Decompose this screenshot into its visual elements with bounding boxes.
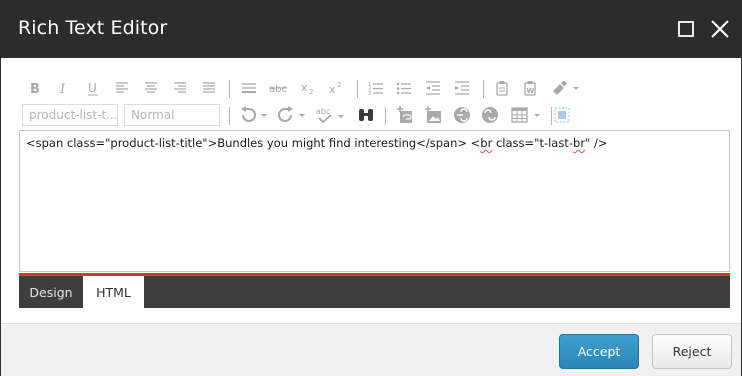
link-icon[interactable] (451, 103, 473, 127)
svg-text:x: x (301, 81, 308, 94)
css-class-select[interactable]: product-list-t... (22, 104, 118, 126)
underline-icon[interactable]: U (83, 76, 103, 100)
spelling-error-text: br (480, 136, 493, 150)
svg-text:abc: abc (269, 84, 287, 95)
toolbar-separator (229, 80, 230, 98)
insert-link-icon[interactable] (394, 103, 416, 127)
svg-text:abc: abc (316, 107, 330, 116)
maximize-icon[interactable] (674, 17, 698, 41)
find-icon[interactable] (355, 103, 377, 127)
toolbar-separator (229, 107, 230, 125)
select-all-icon[interactable] (552, 103, 572, 127)
paste-word-icon[interactable]: W (520, 76, 540, 100)
subscript-icon[interactable]: x2 (298, 76, 318, 100)
align-justify-icon[interactable] (199, 76, 219, 100)
toolbar-row-2: product-list-t... Normal abc (21, 103, 721, 129)
dialog-footer: Accept Reject (1, 323, 741, 376)
toolbar-separator (483, 80, 484, 98)
svg-text:3: 3 (368, 91, 371, 95)
accept-button[interactable]: Accept (559, 334, 639, 369)
superscript-icon[interactable]: x2 (326, 76, 346, 100)
horizontal-rule-icon[interactable] (239, 76, 259, 100)
dialog-title: Rich Text Editor (18, 17, 168, 39)
unlink-icon[interactable] (479, 103, 501, 127)
bold-icon[interactable]: B (25, 76, 45, 100)
html-source-part: " /> (585, 136, 608, 150)
ordered-list-icon[interactable]: 123 (366, 76, 386, 100)
html-editor-area[interactable]: <span class="product-list-title">Bundles… (19, 130, 730, 272)
format-painter-icon[interactable] (548, 76, 582, 100)
paragraph-format-select[interactable]: Normal (124, 104, 220, 126)
toolbar-separator (385, 107, 386, 125)
unordered-list-icon[interactable] (394, 76, 414, 100)
indent-icon[interactable] (452, 76, 472, 100)
align-right-icon[interactable] (170, 76, 190, 100)
table-icon[interactable] (509, 103, 543, 127)
svg-text:W: W (527, 87, 535, 95)
editor-mode-tabs: Design HTML (19, 276, 730, 308)
svg-text:2: 2 (337, 81, 341, 89)
html-source-part: class="t-last- (492, 136, 574, 150)
html-source-text[interactable]: <span class="product-list-title">Bundles… (26, 136, 608, 150)
spellcheck-icon[interactable]: abc (315, 103, 347, 127)
insert-image-icon[interactable] (422, 103, 444, 127)
align-center-icon[interactable] (141, 76, 161, 100)
svg-text:I: I (59, 82, 66, 96)
svg-text:U: U (88, 81, 97, 95)
title-bar: Rich Text Editor (1, 1, 741, 58)
italic-icon[interactable]: I (54, 76, 74, 100)
svg-text:x: x (329, 83, 336, 95)
close-icon[interactable] (708, 17, 732, 41)
undo-icon[interactable] (237, 103, 269, 127)
paste-icon[interactable] (492, 76, 512, 100)
spelling-error-text: br (573, 136, 586, 150)
svg-text:B: B (30, 82, 40, 96)
html-source-part: <span class="product-list-title">Bundles… (26, 136, 481, 150)
outdent-icon[interactable] (423, 76, 443, 100)
tab-html[interactable]: HTML (83, 276, 144, 308)
toolbar-row-1: B I U abc x2 x2 1 2 3 W (21, 76, 721, 102)
tab-design[interactable]: Design (19, 276, 83, 308)
align-left-icon[interactable] (112, 76, 132, 100)
svg-text:2: 2 (309, 88, 313, 95)
strikethrough-icon[interactable]: abc (267, 76, 289, 100)
reject-button[interactable]: Reject (652, 334, 732, 369)
redo-icon[interactable] (275, 103, 307, 127)
rich-text-editor-dialog: Rich Text Editor B I U abc x 2 x 2 1 2 3… (0, 0, 742, 376)
toolbar-separator (357, 80, 358, 98)
